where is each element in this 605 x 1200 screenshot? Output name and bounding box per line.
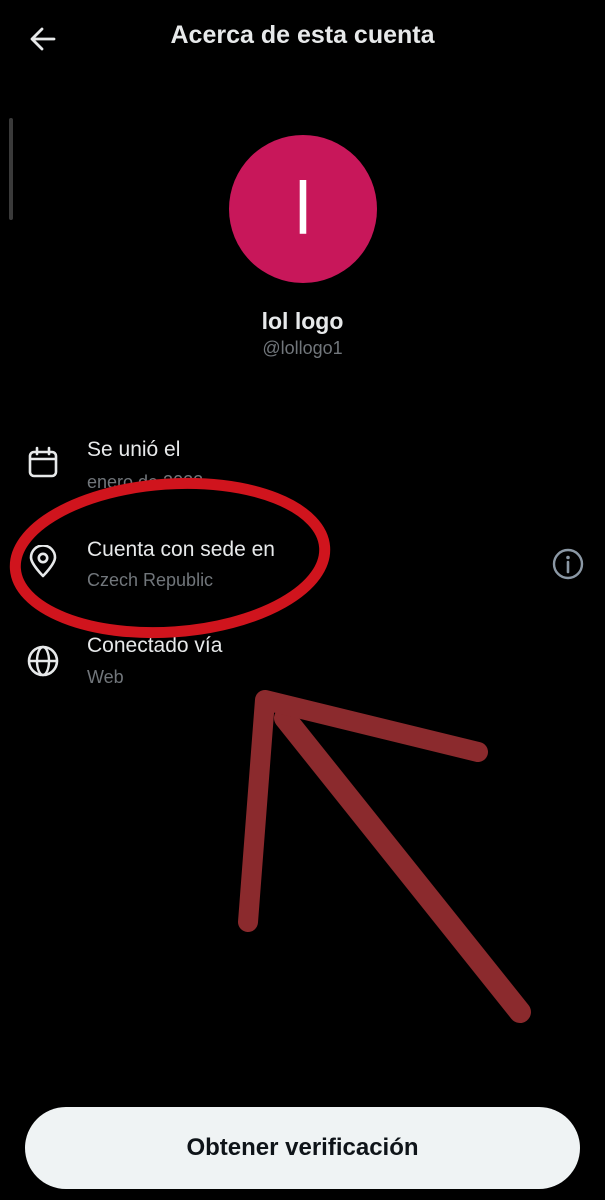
scrollbar[interactable] — [9, 118, 13, 220]
connected-via-row: Conectado vía Web — [0, 630, 605, 710]
avatar-letter: l — [294, 167, 312, 250]
get-verified-button[interactable]: Obtener verificación — [25, 1107, 580, 1189]
globe-icon — [27, 645, 59, 677]
avatar: l — [229, 135, 377, 283]
connected-via-value: Web — [87, 667, 124, 687]
joined-row: Se unió el enero de 2022 — [0, 432, 605, 512]
based-in-value: Czech Republic — [87, 570, 214, 590]
joined-label: Se unió el — [87, 438, 181, 461]
location-pin-icon — [29, 545, 57, 578]
joined-value: enero de 2022 — [87, 472, 204, 492]
based-in-label: Cuenta con sede en — [87, 538, 275, 561]
calendar-icon — [28, 446, 58, 478]
connected-via-label: Conectado vía — [87, 634, 223, 657]
based-in-row: Cuenta con sede en Czech Republic — [0, 532, 605, 612]
annotation-arrow — [238, 690, 531, 1023]
top-bar: Acerca de esta cuenta — [0, 0, 605, 76]
profile-handle: @lollogo1 — [262, 338, 343, 358]
page-title: Acerca de esta cuenta — [170, 21, 435, 49]
profile-name: lol logo — [261, 308, 344, 334]
info-icon[interactable] — [551, 547, 585, 581]
